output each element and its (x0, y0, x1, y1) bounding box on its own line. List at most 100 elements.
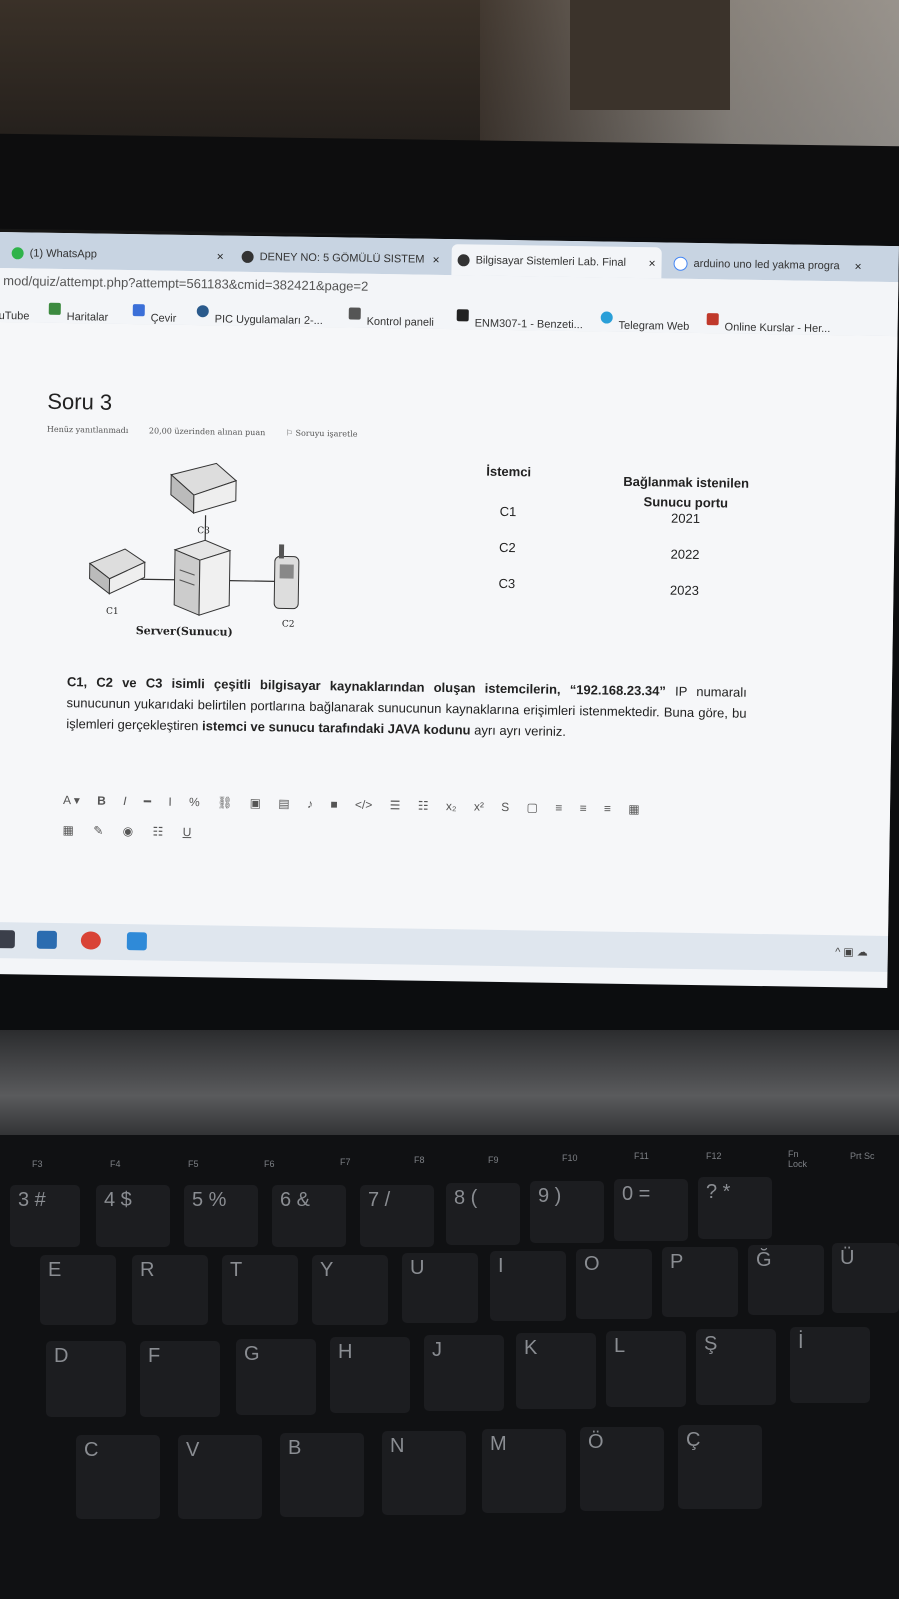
key-s-cedilla: Ş (696, 1329, 776, 1405)
align-left-button[interactable]: ≡ (555, 801, 562, 815)
table-cell-port: 2021 (671, 510, 701, 527)
edit-button[interactable]: ✎ (93, 824, 103, 838)
bookmark-kontrol[interactable]: Kontrol paneli (348, 307, 434, 329)
unordered-list-button[interactable]: ☰ (390, 798, 401, 812)
course-icon (456, 309, 469, 322)
flag-question-link[interactable]: ⚐ Soruyu işaretle (286, 429, 376, 439)
equation-button[interactable]: ▦ (63, 823, 75, 837)
question-text-bold1: C1, C2 ve C3 isimli çeşitli bilgisayar k… (66, 674, 667, 699)
ordered-list-button[interactable]: ☷ (418, 799, 429, 813)
tab-label: (1) WhatsApp (29, 246, 98, 261)
key-3: 3 # (10, 1185, 80, 1247)
mail-icon[interactable] (36, 930, 58, 949)
tab-whatsapp[interactable]: (1) WhatsApp × (5, 237, 229, 272)
moodle-icon (241, 250, 254, 263)
tab-label: DENEY NO: 5 GÖMÜLÜ SISTEM (259, 250, 425, 266)
key-b: B (280, 1433, 364, 1517)
question-text: C1, C2 ve C3 isimli çeşitli bilgisayar k… (66, 671, 747, 745)
tab-arduino[interactable]: arduino uno led yakma progra × (667, 247, 867, 281)
close-icon[interactable]: × (854, 259, 861, 273)
label-c1: C1 (106, 607, 119, 617)
bold-button[interactable]: B (97, 794, 106, 808)
italic-button[interactable]: I (123, 794, 127, 808)
table-cell-port: 2022 (670, 546, 700, 563)
superscript-button[interactable]: x² (474, 800, 484, 814)
media-button[interactable]: ▤ (278, 796, 290, 810)
font-color-button[interactable]: A ▾ (63, 793, 80, 807)
record-video-button[interactable]: ■ (330, 797, 337, 811)
key-n: N (382, 1431, 466, 1515)
align-right-button[interactable]: ≡ (604, 802, 611, 816)
key-f10: F10 (562, 1153, 578, 1163)
bookmark-pic[interactable]: PIC Uygulamaları 2-... (196, 305, 323, 327)
chrome-icon[interactable] (80, 931, 102, 950)
key-f3: F3 (32, 1159, 43, 1169)
key-u-umlaut: Ü (832, 1243, 899, 1313)
underline-button[interactable]: U (183, 825, 192, 839)
editor-toolbar: A ▾ B I ━ I % ⛓ ▣ ▤ ♪ ■ </> ☰ ☷ x₂ x² S … (63, 793, 743, 818)
unlink-button[interactable]: ⛓ (217, 795, 232, 809)
label-c2: C2 (282, 619, 295, 629)
key-f5: F5 (188, 1159, 199, 1169)
indent-button[interactable]: ▢ (526, 800, 538, 814)
special-chars-button[interactable]: ☷ (152, 824, 163, 838)
bookmark-telegram[interactable]: Telegram Web (600, 311, 689, 333)
header-port: Bağlanmak istenilen Sunucu portu (606, 472, 767, 515)
key-o-umlaut: Ö (580, 1427, 664, 1511)
label-c3: C3 (197, 526, 210, 536)
key-f12: F12 (706, 1151, 722, 1161)
question-text-bold2: istemci ve sunucu tarafındaki JAVA kodun… (201, 718, 471, 738)
printer-icon (88, 548, 146, 595)
accessibility-button[interactable]: ◉ (123, 824, 134, 838)
bookmark-cevir[interactable]: Çevir (132, 304, 176, 325)
telegram-icon (600, 311, 613, 324)
header-port-line1: Bağlanmak istenilen (623, 473, 750, 491)
table-cell-client: C2 (498, 539, 516, 556)
key-o: O (576, 1249, 652, 1319)
align-center-button[interactable]: ≡ (580, 801, 587, 815)
monitor-bezel (0, 133, 899, 242)
bookmark-haritalar[interactable]: Haritalar (48, 302, 108, 324)
tab-deney[interactable]: DENEY NO: 5 GÖMÜLÜ SISTEM × (235, 241, 445, 275)
key-f8: F8 (414, 1155, 425, 1165)
key-p: P (662, 1247, 738, 1317)
keyboard: F3 F4 F5 F6 F7 F8 F9 F10 F11 F12 Fn Lock… (0, 1135, 899, 1599)
tab-bilgisayar-sistemleri[interactable]: Bilgisayar Sistemleri Lab. Final × (451, 244, 662, 279)
question-status: Henüz yanıtlanmadı (46, 424, 129, 436)
bookmark-online-kurslar[interactable]: Online Kurslar - Her... (706, 313, 830, 335)
editor-toolbar-row2: ▦ ✎ ◉ ☷ U (63, 823, 208, 839)
files-icon[interactable] (126, 932, 148, 951)
system-tray[interactable]: ^ ▣ ☁ (835, 945, 868, 959)
question-title: Soru 3 (47, 388, 113, 415)
key-u: U (402, 1253, 478, 1323)
html-button[interactable]: </> (355, 798, 373, 812)
key-y: Y (312, 1255, 388, 1325)
question-points: 20,00 üzerinden alınan puan (148, 426, 266, 438)
table-button[interactable]: ▦ (628, 802, 640, 816)
fax-icon (170, 462, 238, 515)
clear-format-button[interactable]: I (168, 795, 172, 809)
close-icon[interactable]: × (648, 256, 655, 270)
key-f11: F11 (634, 1151, 649, 1161)
key-6: 6 & (272, 1185, 346, 1247)
table-cell-client: C3 (498, 575, 516, 592)
key-fn-lock: Fn Lock (788, 1149, 808, 1169)
link-button[interactable]: % (189, 795, 200, 809)
close-icon[interactable]: × (432, 252, 439, 266)
key-f6: F6 (264, 1159, 275, 1169)
key-f: F (140, 1341, 220, 1417)
hr-button[interactable]: ━ (144, 794, 151, 808)
moodle-icon (457, 253, 470, 266)
whatsapp-icon (11, 246, 24, 259)
bookmark-enm307[interactable]: ENM307-1 - Benzeti... (456, 309, 583, 331)
image-button[interactable]: ▣ (250, 796, 262, 810)
key-l: L (606, 1331, 686, 1407)
key-0: 0 = (614, 1179, 688, 1241)
subscript-button[interactable]: x₂ (446, 799, 457, 813)
quiz-content: Soru 3 Henüz yanıtlanmadı 20,00 üzerinde… (0, 321, 898, 937)
record-audio-button[interactable]: ♪ (307, 797, 313, 811)
close-icon[interactable]: × (217, 249, 224, 263)
store-icon[interactable] (0, 930, 16, 949)
maps-icon (48, 302, 61, 315)
strikethrough-button[interactable]: S (501, 800, 509, 814)
